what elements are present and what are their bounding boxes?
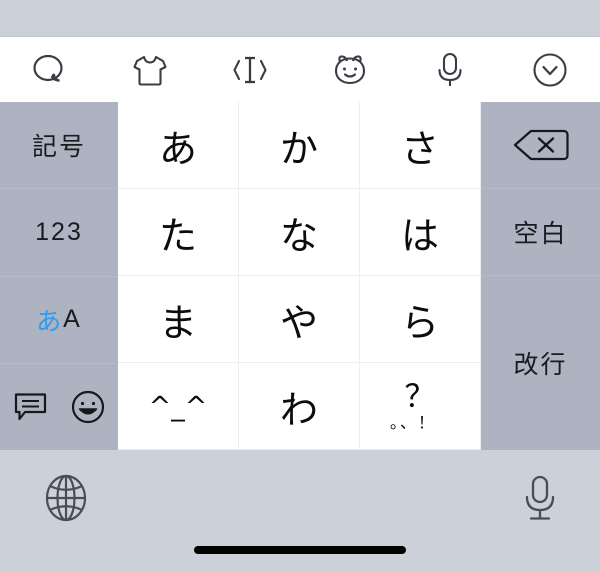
microphone-icon[interactable] xyxy=(417,40,483,100)
dictation-mic-key[interactable] xyxy=(520,472,560,524)
space-key-label: 空白 xyxy=(513,220,568,248)
right-function-column: 空白 改行 xyxy=(481,102,600,450)
symbols-key[interactable]: 記号 xyxy=(0,102,118,190)
home-indicator[interactable] xyxy=(194,546,406,554)
keyboard-body: 記号 123 あA あ か さ た な は ま や ら ^_^ わ ？ 。、！ … xyxy=(0,102,600,450)
input-mode-latin-label: A xyxy=(63,305,82,334)
space-key[interactable]: 空白 xyxy=(481,189,600,276)
kana-key-sa[interactable]: さ xyxy=(360,102,481,189)
kana-key-na[interactable]: な xyxy=(239,189,360,276)
keyboard-bottom-bar xyxy=(0,450,600,572)
symbols-key-label: 記号 xyxy=(31,133,86,162)
numeric-key-label: 123 xyxy=(35,217,83,246)
kana-key-ha[interactable]: は xyxy=(360,189,481,276)
left-icon-row xyxy=(0,364,118,450)
punctuation-primary-label: ？ xyxy=(404,378,436,415)
return-key-label: 改行 xyxy=(513,351,568,379)
kana-key-ta[interactable]: た xyxy=(118,189,239,276)
keyboard-screen: 記号 123 あA あ か さ た な は ま や ら ^_^ わ ？ 。、！ … xyxy=(0,0,600,572)
punctuation-key[interactable]: ？ 。、！ xyxy=(360,363,481,450)
kana-key-ra[interactable]: ら xyxy=(360,276,481,363)
kaomoji-key[interactable]: ^_^ xyxy=(118,363,239,450)
content-area-above-keyboard xyxy=(0,0,600,36)
sticker-shirt-icon[interactable] xyxy=(117,40,183,100)
input-mode-key[interactable]: あA xyxy=(0,277,118,364)
cursor-move-icon[interactable] xyxy=(217,40,283,100)
kana-key-a[interactable]: あ xyxy=(118,102,239,189)
suggestions-bubble-icon[interactable] xyxy=(12,390,50,424)
globe-key[interactable] xyxy=(40,472,92,524)
kana-key-wa[interactable]: わ xyxy=(239,363,360,450)
chevron-down-circle-icon[interactable] xyxy=(517,40,583,100)
kaomoji-face-icon[interactable] xyxy=(317,40,383,100)
return-key[interactable]: 改行 xyxy=(481,276,600,450)
kana-key-ya[interactable]: や xyxy=(239,276,360,363)
keyboard-toolbar xyxy=(0,36,600,102)
delete-key[interactable] xyxy=(481,102,600,189)
input-mode-hiragana-label: あ xyxy=(36,307,64,336)
punctuation-secondary-label: 。、！ xyxy=(389,412,436,432)
kana-key-ka[interactable]: か xyxy=(239,102,360,189)
search-bubble-icon[interactable] xyxy=(17,40,83,100)
emoji-smiley-icon[interactable] xyxy=(70,389,106,425)
kana-key-grid: あ か さ た な は ま や ら ^_^ わ ？ 。、！ xyxy=(118,102,481,450)
left-function-column: 記号 123 あA xyxy=(0,102,118,450)
numeric-key[interactable]: 123 xyxy=(0,189,118,277)
kana-key-ma[interactable]: ま xyxy=(118,276,239,363)
